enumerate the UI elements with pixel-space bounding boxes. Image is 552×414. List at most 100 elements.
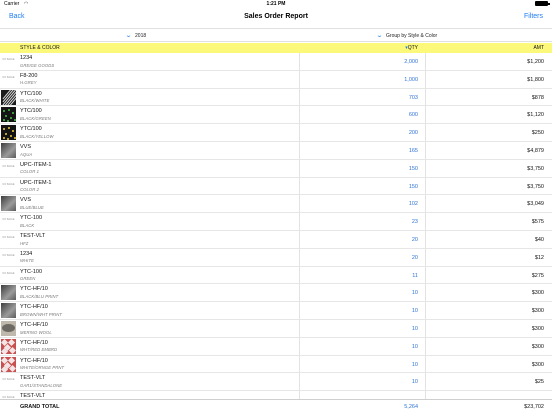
table-row[interactable]: NO IMAGE TEST-VLT HFZ 20 $40 — [0, 231, 552, 249]
navigation-bar: Back Sales Order Report Filters — [0, 8, 552, 28]
color-name: BLACK/WHITE — [20, 98, 50, 104]
grand-total-amt: $23,702 — [524, 404, 544, 410]
amt-value: $250 — [531, 130, 544, 137]
table-row[interactable]: NO IMAGE UPC-ITEM-1 COLOR 1 150 $3,750 — [0, 160, 552, 178]
product-thumbnail — [1, 196, 16, 212]
chevron-down-icon: ⌄ — [124, 33, 133, 39]
qty-value: 165 — [408, 148, 418, 154]
table-row[interactable]: YTC/100 BLACK/WHITE 703 $878 — [0, 89, 552, 107]
amt-value: $12 — [534, 254, 544, 261]
qty-value: 10 — [411, 308, 418, 315]
style-name: VVS — [20, 144, 32, 150]
color-name: WHITE — [20, 258, 34, 264]
year-selector[interactable]: ⌄ 2018 — [124, 32, 147, 40]
table-row[interactable]: VVS AQUA 165 $4,879 — [0, 142, 552, 160]
product-thumbnail — [1, 107, 16, 123]
amt-value: $1,120 — [527, 112, 544, 119]
header-qty[interactable]: ▾QTY — [300, 45, 418, 51]
qty-value: 2,000 — [404, 59, 418, 65]
amt-value: $300 — [531, 361, 544, 368]
style-name: UPC-ITEM-1 — [20, 161, 52, 168]
color-name: BLACK/YELLOW — [20, 133, 54, 139]
amt-value: $4,879 — [527, 148, 544, 154]
amt-value: $300 — [531, 343, 544, 350]
qty-value: 600 — [408, 112, 418, 119]
style-name: VVS — [20, 197, 32, 204]
qty-value: 1,000 — [404, 76, 418, 83]
amt-value: $878 — [531, 94, 544, 101]
product-thumbnail — [1, 356, 16, 372]
color-name: COLOR 1 — [20, 169, 40, 175]
amt-value: $300 — [531, 326, 544, 332]
color-name: BROWN/WHT PRINT — [20, 311, 62, 317]
amt-value: $1,200 — [527, 59, 544, 65]
style-name: YTC/100 — [20, 108, 42, 115]
amt-value: $575 — [531, 219, 544, 226]
product-thumbnail: NO IMAGE — [2, 218, 15, 222]
color-name: BLACK/BLU PRINT — [20, 293, 59, 299]
battery-icon — [535, 1, 550, 6]
color-name: BLACK — [20, 222, 35, 228]
amt-value: $275 — [531, 272, 544, 279]
table-row[interactable]: NO IMAGE UPC-ITEM-1 COLOR 2 150 $3,750 — [0, 178, 552, 196]
qty-value: 10 — [411, 326, 418, 332]
amt-value: $40 — [534, 237, 544, 243]
style-name: 1234 — [20, 250, 33, 257]
table-row[interactable]: NO IMAGE TEST-VLT GAR1/STANDALONE 10 $25 — [0, 373, 552, 392]
header-amt[interactable]: AMT — [426, 45, 544, 51]
style-name: YTC-HF/10 — [20, 339, 48, 346]
qty-value: 10 — [411, 343, 418, 350]
table-row[interactable]: YTC/100 BLACK/YELLOW 200 $250 — [0, 124, 552, 142]
group-by-value: Group by Style & Color — [386, 32, 438, 39]
product-thumbnail: NO IMAGE — [2, 75, 15, 79]
status-bar: Carrier ◠ 1:21 PM — [0, 0, 552, 8]
style-name: YTC-100 — [20, 268, 43, 275]
amt-value: $3,049 — [527, 201, 544, 208]
color-name: AQUA — [20, 151, 33, 157]
table-row[interactable]: YTC-HF/10 MERINO WOOL 10 $300 — [0, 320, 552, 338]
table-row[interactable]: YTC-HF/10 BROWN/WHT PRINT 10 $300 — [0, 302, 552, 320]
style-name: YTC/100 — [20, 126, 42, 133]
table-row[interactable]: YTC-HF/10 WHT/RED EMBRD 10 $300 — [0, 338, 552, 356]
amt-value: $300 — [531, 290, 544, 297]
color-name: MERINO WOOL — [20, 329, 52, 335]
style-name: 1234 — [20, 55, 33, 61]
style-name: YTC-100 — [20, 215, 43, 222]
table-row[interactable]: YTC-HF/10 BLACK/BLU PRINT 10 $300 — [0, 284, 552, 303]
style-name: YTC-HF/10 — [20, 286, 48, 293]
product-thumbnail — [1, 338, 16, 354]
color-name: GREIGE GOODS — [20, 62, 55, 68]
style-name: TEST-VLT — [20, 233, 46, 239]
product-thumbnail: NO IMAGE — [2, 58, 15, 61]
product-thumbnail — [1, 89, 16, 105]
style-name: YTC-HF/10 — [20, 304, 48, 311]
header-style-color[interactable]: STYLE & COLOR — [20, 45, 60, 51]
amt-value: $3,750 — [527, 183, 544, 190]
table-row[interactable]: NO IMAGE YTC-100 BLACK 23 $575 — [0, 213, 552, 231]
table-row[interactable]: NO IMAGE 1234 GREIGE GOODS 2,000 $1,200 — [0, 53, 552, 71]
style-name: TEST-VLT — [20, 375, 46, 382]
page-title: Sales Order Report — [244, 13, 308, 20]
style-name: UPC-ITEM-1 — [20, 179, 52, 186]
qty-value: 20 — [411, 254, 418, 261]
style-name: YTC-HF/10 — [20, 357, 48, 364]
table-row[interactable]: VVS BLUE/BLUE 102 $3,049 — [0, 195, 552, 214]
year-value: 2018 — [135, 32, 147, 39]
qty-value: 150 — [408, 183, 418, 190]
table-row[interactable]: NO IMAGE F8-200 H.GREY 1,000 $1,800 — [0, 71, 552, 89]
product-thumbnail: NO IMAGE — [2, 164, 15, 168]
table-row[interactable]: NO IMAGE YTC-100 GREEN 11 $275 — [0, 267, 552, 285]
qty-value: 200 — [408, 130, 418, 137]
table-row[interactable]: NO IMAGE 1234 WHITE 20 $12 — [0, 249, 552, 267]
table-row[interactable]: YTC/100 BLACK/GREEN 600 $1,120 — [0, 106, 552, 125]
qty-value: 20 — [411, 237, 418, 243]
amt-value: $1,800 — [527, 76, 544, 83]
color-name: GREEN — [20, 276, 36, 282]
group-by-selector[interactable]: ⌄ Group by Style & Color — [375, 32, 438, 40]
chevron-down-icon: ⌄ — [375, 33, 384, 39]
filters-button[interactable]: Filters — [524, 13, 543, 20]
qty-value: 703 — [408, 94, 418, 101]
qty-value: 11 — [412, 272, 418, 279]
table-row[interactable]: YTC-HF/10 WHITE/ORNGE PRNT 10 $300 — [0, 356, 552, 374]
table-header: STYLE & COLOR ▾QTY AMT — [0, 43, 552, 53]
